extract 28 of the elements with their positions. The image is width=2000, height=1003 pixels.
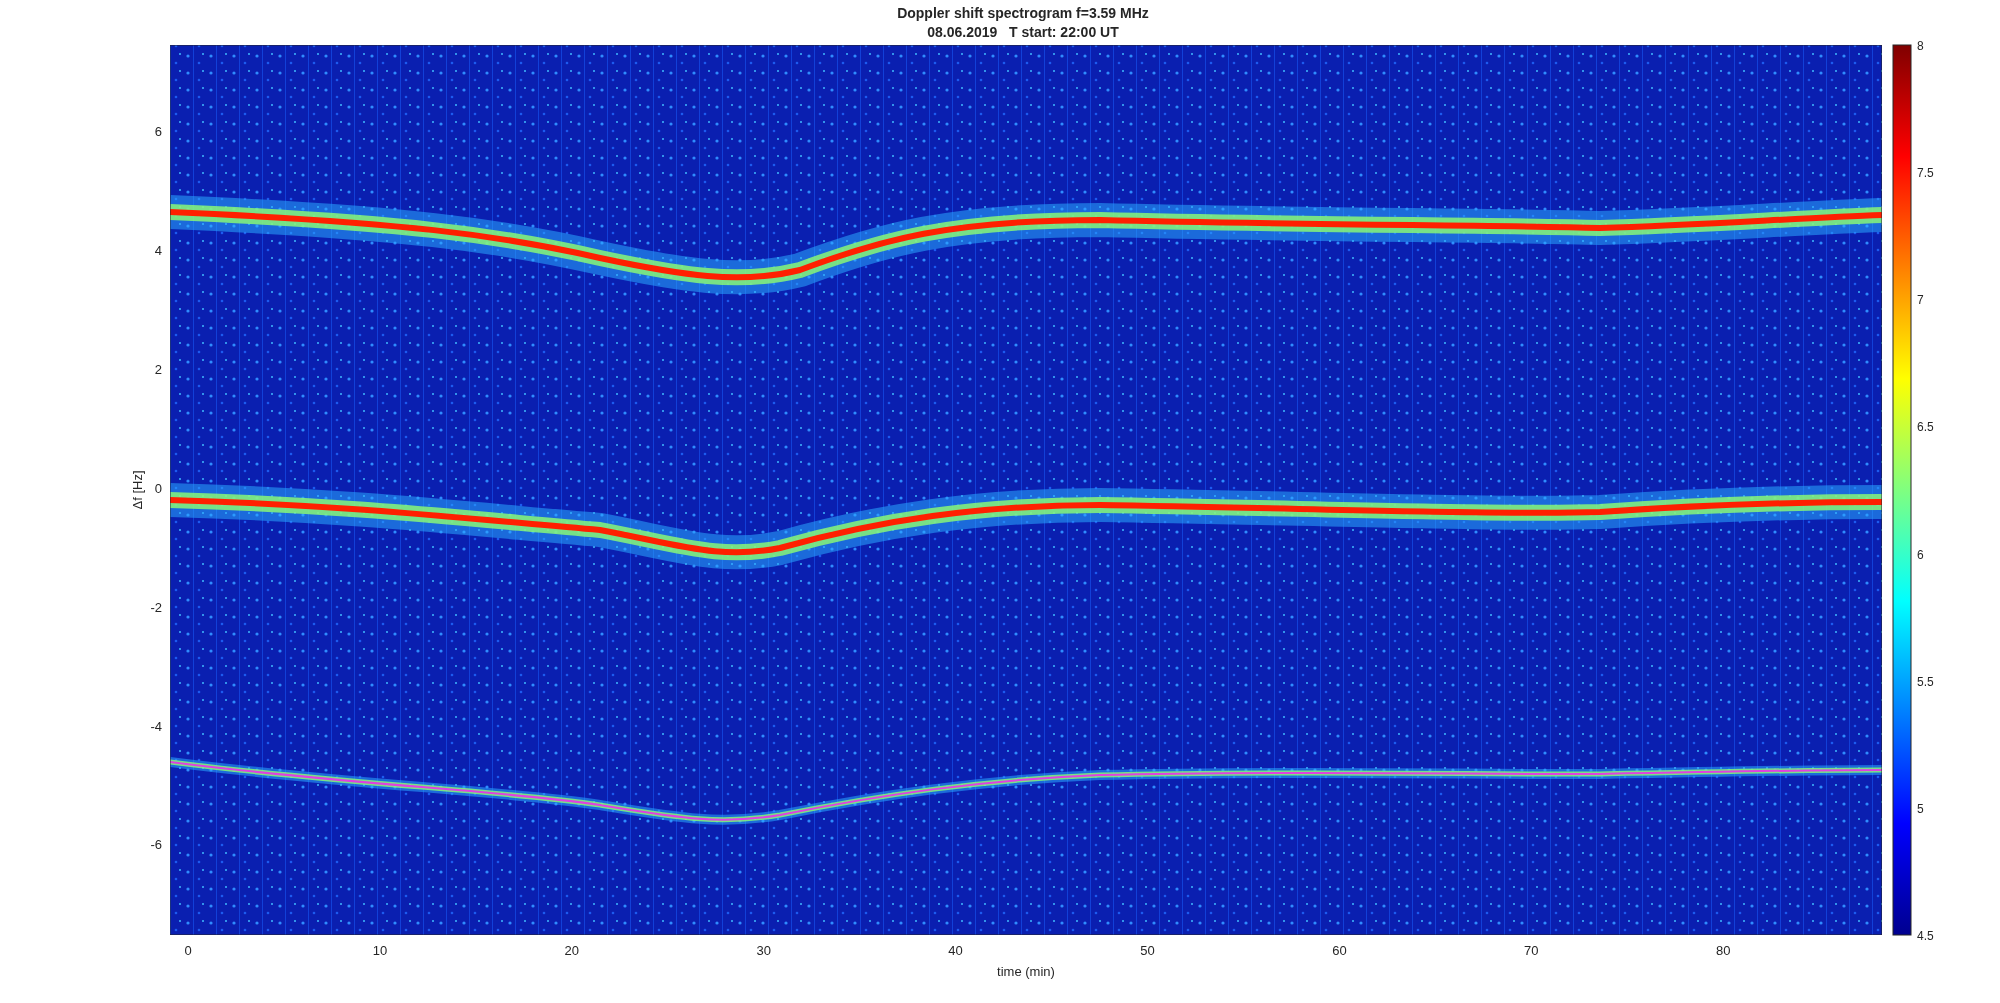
- colorbar-tick-label: 4.5: [1917, 929, 1934, 943]
- x-axis-label: time (min): [997, 964, 1055, 979]
- chart-title: Doppler shift spectrogram f=3.59 MHz: [897, 5, 1149, 21]
- x-tick-label: 10: [372, 943, 388, 958]
- x-tick-label: 60: [1332, 943, 1347, 958]
- x-tick-label: 70: [1524, 943, 1539, 958]
- y-tick-label: -4: [150, 718, 162, 734]
- x-tick-label: 0: [184, 943, 192, 958]
- colorbar-tick-label: 6: [1917, 547, 1924, 562]
- y-axis-label: Δf [Hz]: [130, 470, 145, 510]
- y-tick-label: 6: [154, 124, 162, 139]
- x-tick-label: 80: [1715, 943, 1731, 958]
- y-tick-label: 2: [154, 361, 162, 377]
- colorbar-tick-label: 8: [1917, 39, 1924, 53]
- y-tick-label: -2: [150, 599, 162, 615]
- colorbar-tick-label: 6.5: [1917, 420, 1934, 435]
- chart-subtitle: 08.06.2019 T start: 22:00 UT: [927, 24, 1119, 40]
- colorbar-tick-label: 5: [1917, 801, 1924, 816]
- x-tick-label: 20: [564, 943, 580, 958]
- x-tick-label: 30: [756, 943, 771, 958]
- y-tick-label: 0: [154, 480, 162, 496]
- colorbar-tick-label: 5.5: [1917, 674, 1934, 689]
- colorbar-tick-label: 7: [1917, 293, 1924, 308]
- colorbar-tick-label: 7.5: [1917, 166, 1934, 181]
- y-tick-label: -6: [150, 837, 162, 853]
- x-tick-label: 50: [1140, 943, 1155, 958]
- x-tick-label: 40: [948, 943, 963, 958]
- y-tick-label: 4: [154, 242, 162, 258]
